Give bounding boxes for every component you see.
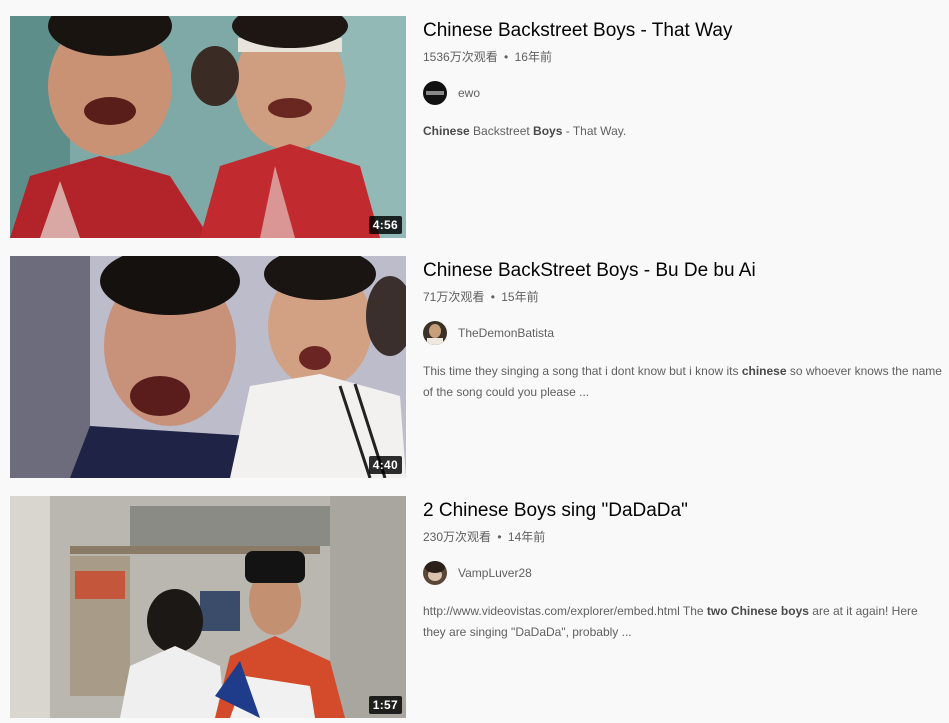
video-title[interactable]: 2 Chinese Boys sing "DaDaDa" xyxy=(423,498,943,524)
description-highlight: two Chinese boys xyxy=(706,604,809,618)
video-result: 4:40 Chinese BackStreet Boys - Bu De bu … xyxy=(10,256,949,478)
video-stats: 71万次观看 • 15年前 xyxy=(423,288,943,306)
description-text: Backstreet xyxy=(469,124,534,138)
video-meta: 2 Chinese Boys sing "DaDaDa" 230万次观看 • 1… xyxy=(423,496,943,643)
video-thumbnail[interactable]: 4:40 xyxy=(10,256,406,478)
channel-link[interactable]: VampLuver28 xyxy=(423,560,943,586)
channel-link[interactable]: TheDemonBatista xyxy=(423,320,943,346)
video-title[interactable]: Chinese BackStreet Boys - Bu De bu Ai xyxy=(423,258,943,284)
thumbnail-image xyxy=(10,16,406,238)
description-text: This time they singing a song that i don… xyxy=(423,364,742,378)
description-highlight: Chinese xyxy=(423,124,470,138)
view-count: 230万次观看 xyxy=(423,530,492,544)
upload-age: 16年前 xyxy=(514,50,552,64)
channel-name[interactable]: VampLuver28 xyxy=(458,566,532,580)
separator-dot: • xyxy=(490,290,495,304)
channel-name[interactable]: ewo xyxy=(458,86,480,100)
video-stats: 230万次观看 • 14年前 xyxy=(423,528,943,546)
video-result: 4:56 Chinese Backstreet Boys - That Way … xyxy=(10,16,949,238)
upload-age: 14年前 xyxy=(507,530,546,544)
video-thumbnail[interactable]: 4:56 xyxy=(10,16,406,238)
thumbnail-image xyxy=(10,496,406,718)
video-meta: Chinese BackStreet Boys - Bu De bu Ai 71… xyxy=(423,256,943,403)
description-text: http://www.videovistas.com/explorer/embe… xyxy=(423,604,707,618)
video-thumbnail[interactable]: 1:57 xyxy=(10,496,406,718)
description-highlight: Boys xyxy=(533,124,563,138)
channel-avatar[interactable] xyxy=(423,561,447,585)
duration-badge: 4:56 xyxy=(368,216,402,234)
channel-avatar[interactable] xyxy=(423,81,447,105)
thumbnail-image xyxy=(10,256,406,478)
upload-age: 15年前 xyxy=(501,290,539,304)
view-count: 71万次观看 xyxy=(423,290,485,304)
video-stats: 1536万次观看 • 16年前 xyxy=(423,48,943,66)
duration-badge: 1:57 xyxy=(368,696,402,714)
description-text: - That Way. xyxy=(562,124,627,138)
video-result: 1:57 2 Chinese Boys sing "DaDaDa" 230万次观… xyxy=(10,496,949,718)
separator-dot: • xyxy=(497,530,502,544)
video-description: Chinese Backstreet Boys - That Way. xyxy=(423,121,943,142)
duration-badge: 4:40 xyxy=(368,456,402,474)
view-count: 1536万次观看 xyxy=(423,50,498,64)
video-description: This time they singing a song that i don… xyxy=(423,361,943,403)
video-title[interactable]: Chinese Backstreet Boys - That Way xyxy=(423,18,943,44)
video-description: http://www.videovistas.com/explorer/embe… xyxy=(423,601,943,643)
channel-avatar[interactable] xyxy=(423,321,447,345)
separator-dot: • xyxy=(504,50,509,64)
description-highlight: chinese xyxy=(741,364,787,378)
search-results: 4:56 Chinese Backstreet Boys - That Way … xyxy=(0,0,949,723)
channel-name[interactable]: TheDemonBatista xyxy=(458,326,554,340)
video-meta: Chinese Backstreet Boys - That Way 1536万… xyxy=(423,16,943,142)
channel-link[interactable]: ewo xyxy=(423,80,943,106)
